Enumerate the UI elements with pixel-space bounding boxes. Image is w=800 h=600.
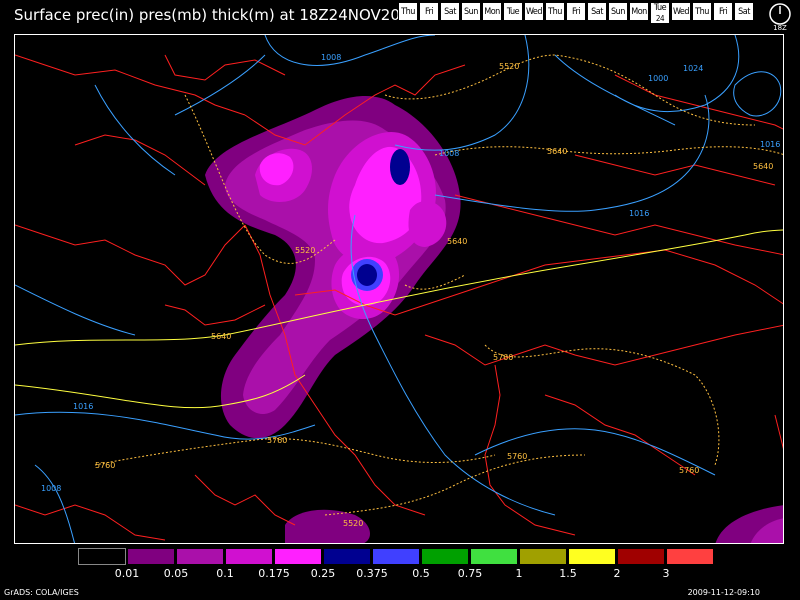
map-title: Surface prec(in) pres(mb) thick(m) at 18… <box>14 6 419 24</box>
day-label: Mon <box>484 7 500 17</box>
isobar-label: 1016 <box>629 209 649 218</box>
footer-credit: GrADS: COLA/IGES <box>4 588 79 597</box>
precip-heavy-cell <box>390 149 410 185</box>
day-cell: Sun <box>461 2 481 21</box>
day-label: Wed <box>525 7 543 17</box>
day-label: Fri <box>571 7 581 17</box>
legend-label: 0.75 <box>457 567 483 580</box>
precip-color-legend <box>78 548 715 565</box>
legend-swatch <box>372 548 420 565</box>
thickness-labels: 5520 5520 5640 5640 5640 5640 5760 5760 … <box>95 62 773 528</box>
legend-swatch <box>617 548 665 565</box>
thickness-label: 5640 <box>753 162 773 171</box>
day-label: Tue <box>506 7 520 17</box>
day-label: Sat <box>738 7 750 17</box>
legend-label: 0.05 <box>163 567 189 580</box>
thickness-label: 5760 <box>679 466 699 475</box>
isobar-label: 1016 <box>73 402 93 411</box>
isobar-label: 1008 <box>41 484 61 493</box>
legend-label: 1.5 <box>559 567 577 580</box>
day-label: Thu <box>695 7 709 17</box>
day-label: Fri <box>424 7 434 17</box>
legend-label: 0.25 <box>310 567 336 580</box>
clock-icon <box>769 3 791 25</box>
precipitation-field <box>205 95 783 543</box>
day-cell: Sat <box>440 2 460 21</box>
day-cell: Thu <box>692 2 712 21</box>
thickness-label: 5640 <box>547 147 567 156</box>
day-cell: Tue <box>503 2 523 21</box>
legend-label: 1 <box>515 567 523 580</box>
day-cell: Fri <box>566 2 586 21</box>
day-cell: Wed <box>524 2 544 21</box>
day-cell: Mon <box>629 2 649 21</box>
legend-swatch <box>225 548 273 565</box>
legend-swatch <box>274 548 322 565</box>
thickness-label: 5520 <box>499 62 519 71</box>
thickness-label: 5640 <box>447 237 467 246</box>
day-cell: Thu <box>398 2 418 21</box>
day-cell: Tue 24 <box>650 2 670 23</box>
precip-heavy-cell <box>357 264 377 286</box>
day-label: Mon <box>631 7 647 17</box>
day-cell: Mon <box>482 2 502 21</box>
legend-swatch <box>421 548 469 565</box>
legend-label: 0.375 <box>356 567 388 580</box>
day-label: Sun <box>464 7 478 17</box>
weather-map-canvas: 1008 1008 1016 1024 1000 1016 1016 1008 … <box>15 35 783 543</box>
day-label: Sat <box>591 7 603 17</box>
thickness-label: 5640 <box>211 332 231 341</box>
forecast-day-strip: Thu Fri Sat Sun Mon Tue Wed Thu Fri Sat Sun Mon Tue 2… <box>398 2 755 23</box>
legend-swatch <box>519 548 567 565</box>
legend-swatch <box>78 548 126 565</box>
thickness-label: 5760 <box>507 452 527 461</box>
isobar-label: 1000 <box>648 74 668 83</box>
day-label: Wed <box>672 7 690 17</box>
legend-swatch <box>568 548 616 565</box>
thickness-label: 5760 <box>95 461 115 470</box>
clock-label: 18Z <box>773 24 787 32</box>
day-cell: Sat <box>587 2 607 21</box>
day-label: Fri <box>718 7 728 17</box>
day-label: Tue <box>653 3 667 13</box>
legend-swatch <box>176 548 224 565</box>
legend-label: 0.1 <box>216 567 234 580</box>
legend-swatch <box>323 548 371 565</box>
legend-swatch <box>666 548 714 565</box>
day-cell: Wed <box>671 2 691 21</box>
day-cell: Sun <box>608 2 628 21</box>
day-cell: Fri <box>713 2 733 21</box>
legend-label: 0.01 <box>114 567 140 580</box>
legend-swatch <box>470 548 518 565</box>
thickness-label: 5520 <box>343 519 363 528</box>
day-number: 24 <box>651 14 669 23</box>
thickness-label: 5760 <box>267 436 287 445</box>
day-label: Thu <box>548 7 562 17</box>
thickness-label: 5520 <box>295 246 315 255</box>
legend-label: 2 <box>613 567 621 580</box>
thickness-label: 5760 <box>493 353 513 362</box>
isobar-label: 1016 <box>760 140 780 149</box>
isobar-label: 1024 <box>683 64 703 73</box>
isobar-label: 1008 <box>439 149 459 158</box>
day-label: Thu <box>401 7 415 17</box>
weather-map: 1008 1008 1016 1024 1000 1016 1016 1008 … <box>14 34 784 544</box>
isobar-label: 1008 <box>321 53 341 62</box>
legend-label: 0.5 <box>412 567 430 580</box>
footer-timestamp: 2009-11-12-09:10 <box>687 588 760 597</box>
day-cell: Sat <box>734 2 754 21</box>
day-cell: Thu <box>545 2 565 21</box>
day-label: Sun <box>611 7 625 17</box>
precip-legend-labels: 0.01 0.05 0.1 0.175 0.25 0.375 0.5 0.75 1 1.5 2 3 <box>78 567 728 581</box>
legend-swatch <box>127 548 175 565</box>
legend-label: 0.175 <box>258 567 290 580</box>
day-cell: Fri <box>419 2 439 21</box>
legend-label: 3 <box>662 567 670 580</box>
day-label: Sat <box>444 7 456 17</box>
